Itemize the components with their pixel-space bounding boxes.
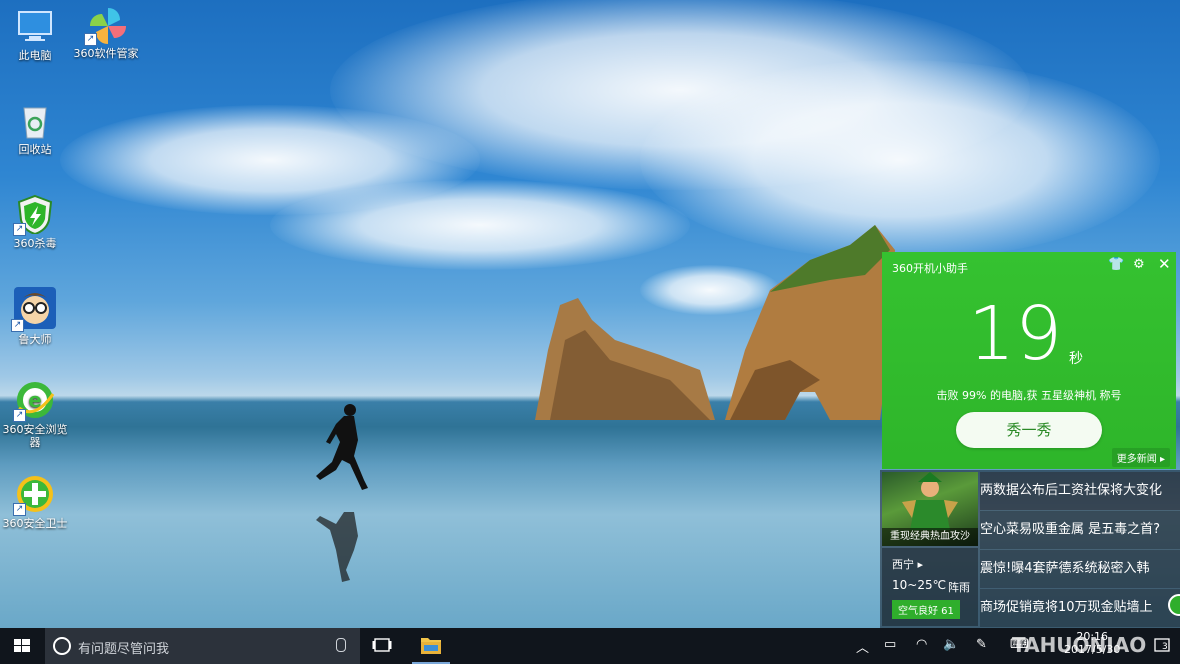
desktop-icon-recycle-bin[interactable]: 回收站: [2, 100, 68, 156]
gear-icon[interactable]: ⚙: [1133, 257, 1145, 272]
360-security-guard-icon: ↗: [13, 474, 55, 516]
file-explorer-button[interactable]: [412, 628, 450, 664]
show-hidden-icons-chevron-icon[interactable]: ︿: [856, 637, 869, 656]
weather-widget[interactable]: 西宁 ▸ 10~25℃ 阵雨 空气良好 61: [882, 548, 978, 626]
desktop-icon-360-software-manager[interactable]: ↗ 360软件管家: [72, 4, 140, 60]
watermark: TAHUONIAO: [1012, 633, 1147, 657]
shortcut-arrow-icon: ↗: [84, 33, 97, 46]
weather-condition: 阵雨: [948, 581, 970, 594]
weather-city: 西宁 ▸: [892, 558, 924, 571]
skin-icon[interactable]: 👕: [1108, 257, 1124, 272]
desktop-icon-this-pc[interactable]: 此电脑: [2, 6, 68, 62]
folder-icon: [421, 638, 441, 654]
news-headline[interactable]: 两数据公布后工资社保将大变化: [980, 472, 1180, 510]
widget-title: 360开机小助手: [892, 262, 968, 275]
search-placeholder: 有问题尽管问我: [78, 642, 170, 657]
wifi-icon[interactable]: ◠: [916, 637, 927, 652]
shortcut-arrow-icon: ↗: [13, 223, 26, 236]
action-center-icon[interactable]: 3: [1152, 636, 1172, 656]
recycle-bin-icon: [15, 100, 55, 140]
news-headline[interactable]: 商场促销竟将10万现金贴墙上: [980, 589, 1180, 627]
desktop-icon-360-antivirus[interactable]: ↗ 360杀毒: [2, 194, 68, 250]
360-antivirus-icon: ↗: [13, 194, 55, 236]
microphone-icon[interactable]: [336, 638, 346, 652]
shortcut-arrow-icon: ↗: [13, 409, 26, 422]
air-quality-badge: 空气良好 61: [892, 600, 960, 619]
notification-count: 3: [1162, 642, 1168, 652]
360-software-manager-icon: ↗: [84, 4, 126, 46]
360-boot-helper-widget: 360开机小助手 👕 ⚙ ✕ 19 秒 击败 99% 的电脑,获 五星级神机 称…: [882, 252, 1176, 469]
desktop-icon-label: 360安全卫士: [2, 517, 68, 530]
desktop-icon-ludashi[interactable]: ↗ 鲁大师: [2, 286, 68, 346]
360-news-panel: 重现经典热血攻沙 西宁 ▸ 10~25℃ 阵雨 空气良好 61 两数据公布后工资…: [880, 470, 1180, 628]
desktop-icon-360-security-guard[interactable]: ↗ 360安全卫士: [2, 474, 68, 530]
start-button[interactable]: [0, 628, 45, 664]
desktop-icon-label: 360安全浏览器: [2, 423, 68, 449]
taskbar: 有问题尽管问我 ︿ ▭ ◠ 🔈 ✎ ⌨ 20:16 2017/5/30 3: [0, 628, 1180, 664]
news-headline[interactable]: 空心菜易吸重金属 是五毒之首?: [980, 511, 1180, 549]
this-pc-icon: [15, 6, 55, 46]
show-off-button[interactable]: 秀一秀: [956, 412, 1102, 448]
volume-icon[interactable]: 🔈: [943, 637, 959, 652]
game-character-image: [902, 472, 958, 530]
desktop-icon-label: 360软件管家: [73, 47, 139, 60]
pen-icon[interactable]: ✎: [976, 637, 987, 652]
cortana-search-box[interactable]: 有问题尽管问我: [45, 628, 360, 664]
cortana-icon: [53, 637, 71, 655]
ludashi-icon: ↗: [11, 286, 57, 332]
desktop-icon-360-browser[interactable]: e ↗ 360安全浏览器: [2, 380, 68, 449]
news-headline[interactable]: 震惊!曝4套萨德系统秘密入韩: [980, 550, 1180, 588]
more-news-link[interactable]: 更多新闻 ▸: [1111, 448, 1170, 467]
desktop-icon-label: 此电脑: [18, 49, 52, 62]
boot-time-unit: 秒: [1069, 351, 1083, 367]
desktop-icon-label: 鲁大师: [18, 333, 52, 346]
boot-rank-text: 击败 99% 的电脑,获 五星级神机 称号: [936, 389, 1122, 402]
news-thumbnail-caption: 重现经典热血攻沙: [882, 528, 978, 546]
windows-logo-icon: [14, 639, 30, 652]
close-icon[interactable]: ✕: [1158, 255, 1171, 273]
desktop-icon-label: 360杀毒: [13, 237, 57, 250]
360-browser-icon: e ↗: [13, 380, 55, 422]
shortcut-arrow-icon: ↗: [11, 319, 24, 332]
desktop-icon-label: 回收站: [18, 143, 52, 156]
battery-icon[interactable]: ▭: [884, 637, 896, 652]
shortcut-arrow-icon: ↗: [13, 503, 26, 516]
task-view-icon[interactable]: [372, 637, 392, 653]
runner-silhouette: [316, 404, 368, 582]
boot-time-value: 19: [968, 291, 1063, 377]
sea-rocks: [535, 225, 895, 420]
weather-temperature: 10~25℃: [892, 578, 947, 592]
